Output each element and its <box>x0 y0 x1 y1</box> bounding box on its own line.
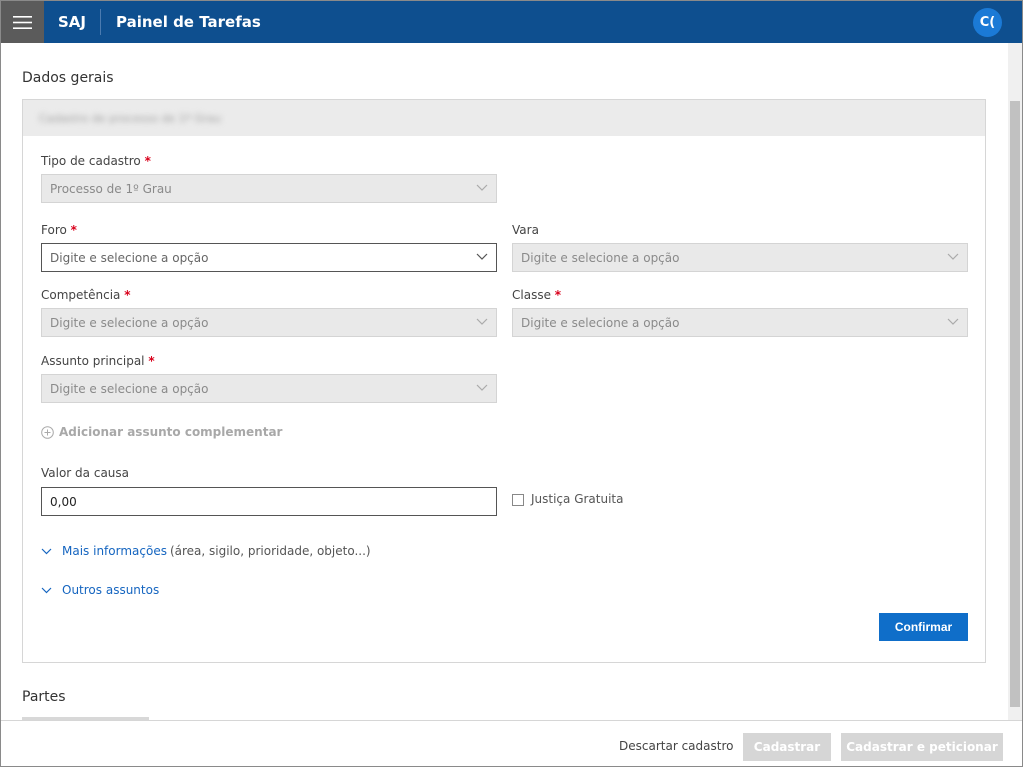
classe-select[interactable]: Digite e selecione a opção <box>512 308 968 337</box>
card-header: Cadastro de processo de 1º Grau <box>23 100 985 136</box>
foro-label: Foro * <box>41 223 77 237</box>
add-assunto-complementar-link[interactable]: Adicionar assunto complementar <box>41 425 282 439</box>
chevron-down-icon <box>41 548 52 554</box>
tipo-cadastro-value: Processo de 1º Grau <box>50 181 172 196</box>
assunto-principal-select[interactable]: Digite e selecione a opção <box>41 374 497 403</box>
vara-select[interactable]: Digite e selecione a opção <box>512 243 968 272</box>
required-mark: * <box>148 354 155 368</box>
cadastrar-button[interactable]: Cadastrar <box>743 733 831 761</box>
hamburger-icon <box>13 15 32 29</box>
classe-label: Classe * <box>512 288 562 302</box>
vara-label: Vara <box>512 223 539 237</box>
top-bar: SAJ Painel de Tarefas C( <box>1 1 1022 43</box>
mais-informacoes-expander[interactable]: Mais informações (área, sigilo, priorida… <box>41 544 371 558</box>
footer-bar: Descartar cadastro Cadastrar Cadastrar e… <box>1 720 1022 766</box>
chevron-down-icon <box>947 318 959 325</box>
add-assunto-label: Adicionar assunto complementar <box>59 425 283 439</box>
plus-circle-icon <box>41 425 54 439</box>
chevron-down-icon <box>947 253 959 260</box>
outros-assuntos-link[interactable]: Outros assuntos <box>62 583 159 597</box>
assunto-principal-placeholder: Digite e selecione a opção <box>50 381 209 396</box>
chevron-down-icon <box>476 184 488 191</box>
competencia-label: Competência * <box>41 288 131 302</box>
justica-gratuita-checkbox[interactable] <box>512 494 524 506</box>
chevron-down-icon <box>41 587 52 593</box>
assunto-principal-label: Assunto principal * <box>41 354 155 368</box>
chevron-down-icon <box>476 253 488 260</box>
app-title: Painel de Tarefas <box>116 13 261 31</box>
mais-informacoes-desc: (área, sigilo, prioridade, objeto...) <box>169 544 371 558</box>
outros-assuntos-expander[interactable]: Outros assuntos <box>41 583 159 597</box>
section-title-dados-gerais: Dados gerais <box>22 70 114 86</box>
required-mark: * <box>554 288 562 302</box>
descartar-cadastro-button[interactable]: Descartar cadastro <box>619 739 733 753</box>
section-title-partes: Partes <box>22 689 66 705</box>
foro-select[interactable]: Digite e selecione a opção <box>41 243 497 272</box>
mais-informacoes-link[interactable]: Mais informações <box>62 544 167 558</box>
chevron-down-icon <box>476 384 488 391</box>
vertical-scrollbar[interactable] <box>1008 43 1022 720</box>
brand-logo[interactable]: SAJ <box>44 9 101 35</box>
classe-placeholder: Digite e selecione a opção <box>521 315 680 330</box>
tipo-cadastro-label: Tipo de cadastro * <box>41 154 151 168</box>
hamburger-menu-button[interactable] <box>1 1 44 43</box>
foro-placeholder: Digite e selecione a opção <box>50 250 209 265</box>
required-mark: * <box>124 288 131 302</box>
confirmar-button[interactable]: Confirmar <box>879 613 968 641</box>
cadastrar-peticionar-button[interactable]: Cadastrar e peticionar <box>841 733 1003 761</box>
tipo-cadastro-select[interactable]: Processo de 1º Grau <box>41 174 497 203</box>
scrollbar-thumb[interactable] <box>1010 101 1020 707</box>
required-mark: * <box>70 223 77 237</box>
competencia-select[interactable]: Digite e selecione a opção <box>41 308 497 337</box>
vara-placeholder: Digite e selecione a opção <box>521 250 680 265</box>
justica-gratuita-label[interactable]: Justiça Gratuita <box>531 492 624 506</box>
dados-gerais-card: Cadastro de processo de 1º Grau Tipo de … <box>22 99 986 663</box>
blurred-header-text: Cadastro de processo de 1º Grau <box>39 111 222 125</box>
valor-causa-value: 0,00 <box>50 494 77 509</box>
valor-causa-label: Valor da causa <box>41 466 130 480</box>
competencia-placeholder: Digite e selecione a opção <box>50 315 209 330</box>
required-mark: * <box>144 154 151 168</box>
valor-causa-input[interactable]: 0,00 <box>41 487 497 516</box>
user-avatar[interactable]: C( <box>973 8 1002 37</box>
chevron-down-icon <box>476 318 488 325</box>
